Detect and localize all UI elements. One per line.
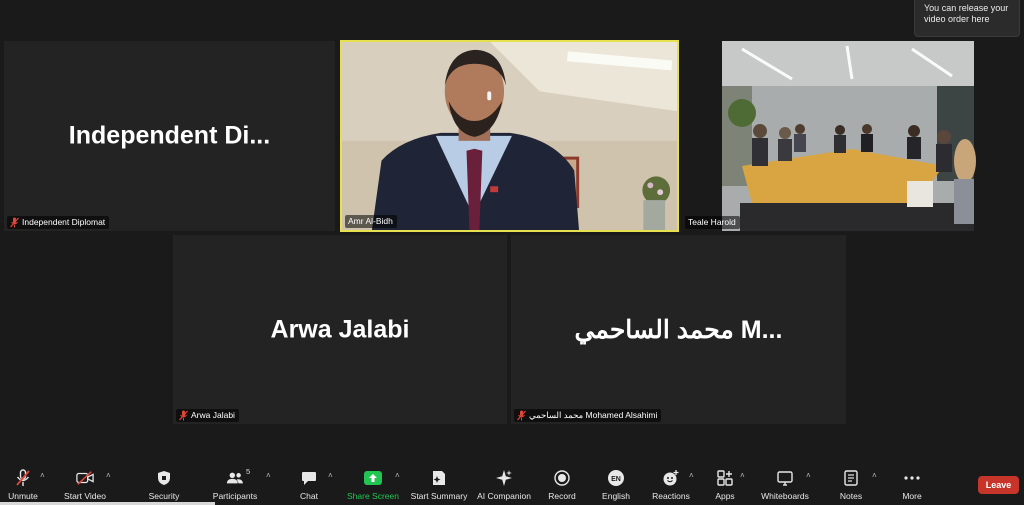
security-button[interactable]: Security	[143, 463, 185, 505]
chat-options-caret[interactable]: ˄	[328, 471, 333, 480]
participants-label: Participants	[212, 491, 258, 501]
participant-name: Arwa Jalabi	[191, 410, 235, 420]
language-icon: EN	[607, 470, 625, 486]
participant-name: Independent Diplomat	[22, 217, 106, 227]
record-icon	[553, 470, 571, 486]
record-label: Record	[548, 491, 576, 501]
participant-video	[342, 42, 677, 230]
apps-options-caret[interactable]: ˄	[740, 471, 745, 480]
whiteboards-label: Whiteboards	[761, 491, 809, 501]
whiteboard-icon	[776, 470, 794, 486]
apps-label: Apps	[715, 491, 735, 501]
language-label: English	[602, 491, 630, 501]
mic-off-icon	[14, 469, 32, 486]
smiley-icon	[662, 470, 680, 486]
participant-name: Teale Harold	[688, 217, 736, 227]
participant-tile[interactable]: Independent Di... Independent Diplomat	[4, 41, 335, 231]
whiteboards-options-caret[interactable]: ˄	[806, 471, 811, 480]
audio-options-caret[interactable]: ˄	[40, 471, 45, 480]
video-options-caret[interactable]: ˄	[106, 471, 111, 480]
apps-icon	[716, 470, 734, 486]
more-icon	[903, 470, 921, 486]
participant-tile[interactable]: Teale Harold	[682, 41, 1016, 231]
participant-name-tag: Teale Harold	[685, 216, 740, 229]
participants-button[interactable]: 5 Participants	[208, 463, 262, 505]
leave-button[interactable]: Leave	[978, 476, 1019, 494]
participant-display-name: محمد الساحمي M...	[574, 315, 783, 344]
language-button[interactable]: EN English	[596, 463, 636, 505]
meeting-toolbar: Unmute ˄ Start Video ˄ Security 5 Partic…	[0, 463, 1024, 505]
mic-off-icon	[10, 217, 19, 228]
video-off-icon	[76, 470, 94, 486]
unmute-label: Unmute	[8, 491, 38, 501]
participant-name-tag: Independent Diplomat	[7, 216, 110, 229]
mic-off-icon	[179, 410, 188, 421]
chat-icon	[300, 470, 318, 486]
participants-count: 5	[246, 467, 251, 476]
reactions-options-caret[interactable]: ˄	[689, 471, 694, 480]
more-label: More	[902, 491, 922, 501]
participant-display-name: Arwa Jalabi	[270, 315, 410, 343]
start-summary-button[interactable]: Start Summary	[408, 463, 470, 505]
participant-video	[682, 41, 1016, 231]
chat-button[interactable]: Chat	[290, 463, 328, 505]
share-screen-button[interactable]: Share Screen	[345, 463, 401, 505]
language-code: EN	[611, 476, 621, 483]
start-summary-label: Start Summary	[410, 491, 468, 501]
participant-name-tag: Amr Al-Bidh	[345, 215, 397, 228]
ai-companion-label: AI Companion	[477, 491, 531, 501]
mic-off-icon	[517, 410, 526, 421]
shield-icon	[155, 470, 173, 486]
participant-name: Amr Al-Bidh	[348, 216, 393, 226]
start-video-button[interactable]: Start Video	[60, 463, 110, 505]
participant-tile[interactable]: محمد الساحمي M... محمد الساحمي Mohamed A…	[511, 235, 846, 424]
notes-icon	[842, 470, 860, 486]
participant-name-tag: محمد الساحمي Mohamed Alsahimi	[514, 409, 662, 422]
start-video-label: Start Video	[64, 491, 106, 501]
reactions-button[interactable]: Reactions	[650, 463, 692, 505]
zoom-meeting-window: You can release your video order here In…	[0, 0, 1024, 505]
share-screen-label: Share Screen	[347, 491, 399, 501]
participant-tile[interactable]: Arwa Jalabi Arwa Jalabi	[173, 235, 507, 424]
notes-options-caret[interactable]: ˄	[872, 471, 877, 480]
participants-options-caret[interactable]: ˄	[266, 471, 271, 480]
share-screen-icon	[364, 470, 382, 486]
more-button[interactable]: More	[893, 463, 931, 505]
video-order-tooltip: You can release your video order here	[914, 0, 1020, 37]
participant-name-tag: Arwa Jalabi	[176, 409, 239, 422]
unmute-button[interactable]: Unmute	[2, 463, 44, 505]
participant-name: محمد الساحمي Mohamed Alsahimi	[529, 410, 658, 420]
summary-icon	[430, 470, 448, 486]
notes-label: Notes	[839, 491, 863, 501]
ai-companion-button[interactable]: AI Companion	[474, 463, 534, 505]
security-label: Security	[148, 491, 180, 501]
record-button[interactable]: Record	[543, 463, 581, 505]
reactions-label: Reactions	[652, 491, 690, 501]
participants-icon	[226, 470, 244, 486]
chat-label: Chat	[300, 491, 318, 501]
participant-tile-active-speaker[interactable]: Amr Al-Bidh	[340, 40, 679, 232]
participant-display-name: Independent Di...	[68, 121, 271, 150]
share-options-caret[interactable]: ˄	[395, 471, 400, 480]
notes-button[interactable]: Notes	[832, 463, 870, 505]
sparkle-icon	[495, 470, 513, 486]
apps-button[interactable]: Apps	[710, 463, 740, 505]
whiteboards-button[interactable]: Whiteboards	[756, 463, 814, 505]
